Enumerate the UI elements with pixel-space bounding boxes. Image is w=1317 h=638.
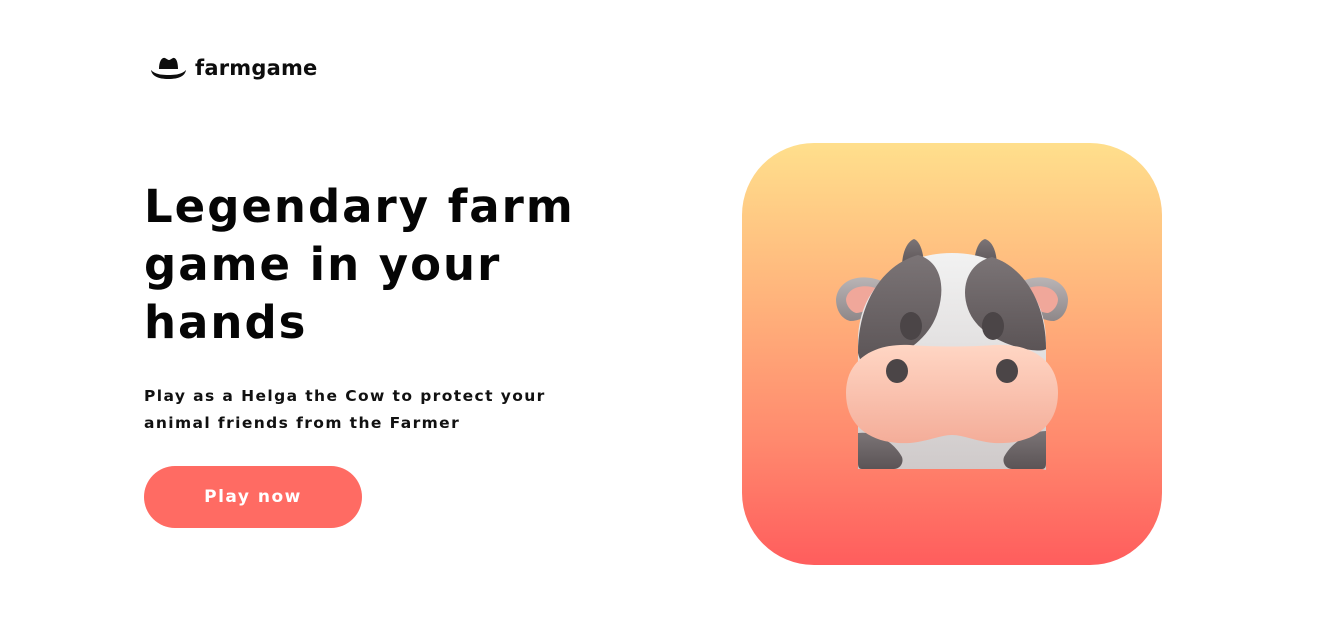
app-icon-tile <box>742 143 1162 565</box>
hero-title: Legendary farm game in your hands <box>144 180 575 349</box>
hero-subtitle: Play as a Helga the Cow to protect your … <box>144 387 546 432</box>
cowboy-hat-icon <box>151 57 186 79</box>
brand-logo-link[interactable]: farmgame <box>150 55 317 81</box>
cow-face-icon <box>836 239 1068 470</box>
play-now-button[interactable]: Play now <box>144 466 362 528</box>
brand-name: farmgame <box>195 55 318 80</box>
